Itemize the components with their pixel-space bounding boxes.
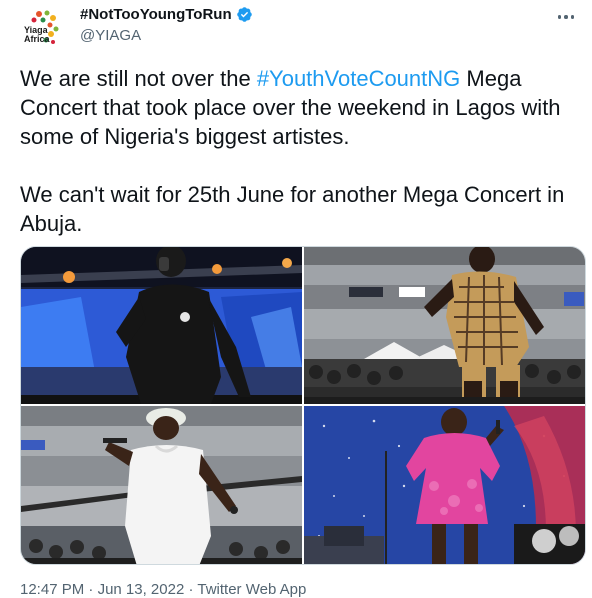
- tweet-source[interactable]: Twitter Web App: [197, 581, 306, 598]
- media-grid: [20, 246, 586, 565]
- tweet-paragraph-2: We can't wait for 25th June for another …: [20, 182, 565, 236]
- tweet-paragraph-1: We are still not over the #YouthVoteCoun…: [20, 64, 580, 151]
- display-name-text[interactable]: #NotTooYoungToRun: [80, 6, 232, 23]
- text-segment: We are still not over the: [20, 66, 257, 91]
- avatar[interactable]: Yiaga Africa: [20, 4, 68, 52]
- svg-text:Africa: Africa: [24, 34, 51, 44]
- verified-badge-icon: [236, 7, 252, 22]
- hashtag-link[interactable]: #YouthVoteCountNG: [257, 66, 460, 91]
- tweet-text: We are still not over the #YouthVoteCoun…: [20, 64, 580, 238]
- meta-separator: ·: [84, 581, 98, 598]
- handle[interactable]: @YIAGA: [80, 27, 141, 44]
- tweet-meta: 12:47 PM · Jun 13, 2022 · Twitter Web Ap…: [20, 581, 306, 598]
- performer-patterned-shirt-photo[interactable]: [304, 247, 585, 404]
- tweet: Yiaga Africa #NotTooYoungToRun @YIAGA We…: [0, 0, 592, 598]
- performer-black-hoodie-photo[interactable]: [21, 247, 302, 404]
- performer-pink-dress-photo[interactable]: [304, 406, 585, 564]
- yiaga-logo-icon: Yiaga Africa: [20, 4, 68, 52]
- tweet-time[interactable]: 12:47 PM: [20, 581, 84, 598]
- display-name[interactable]: #NotTooYoungToRun: [80, 6, 253, 23]
- more-options-icon[interactable]: [554, 8, 578, 26]
- meta-separator: ·: [184, 581, 198, 598]
- tweet-date[interactable]: Jun 13, 2022: [98, 581, 185, 598]
- performer-white-tee-photo[interactable]: [21, 406, 302, 564]
